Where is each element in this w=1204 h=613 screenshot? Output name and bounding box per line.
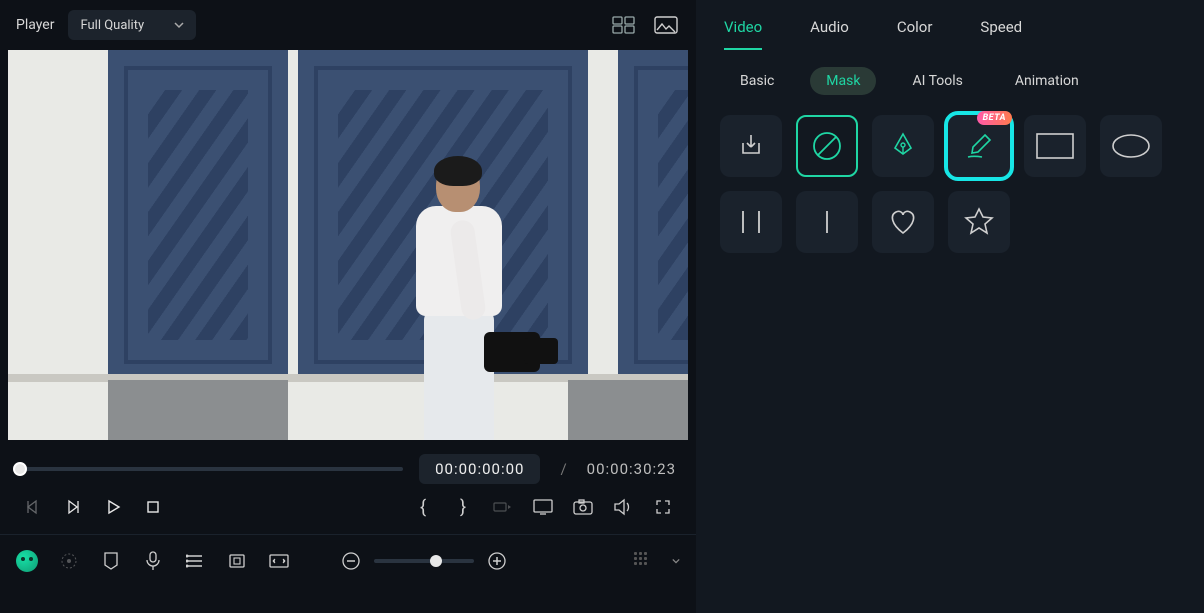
none-mask[interactable] (796, 115, 858, 177)
video-preview[interactable] (8, 50, 688, 440)
bottom-toolbar (0, 534, 696, 586)
quality-dropdown[interactable]: Full Quality (68, 10, 196, 40)
marker-icon[interactable] (100, 550, 122, 572)
current-time: 00:00:00:00 (419, 454, 540, 484)
time-separator: / (556, 460, 570, 478)
tab-audio[interactable]: Audio (810, 12, 849, 50)
snapshot-button[interactable] (572, 496, 594, 518)
single-line-mask[interactable] (796, 191, 858, 253)
split-mask[interactable] (720, 191, 782, 253)
ellipse-mask[interactable] (1100, 115, 1162, 177)
inspector-main-tabs: Video Audio Color Speed (696, 0, 1204, 51)
player-topbar: Player Full Quality (0, 0, 696, 50)
play-button[interactable] (102, 496, 124, 518)
tab-speed[interactable]: Speed (980, 12, 1022, 50)
panel-grip-icon[interactable] (634, 552, 652, 570)
subtab-animation[interactable]: Animation (999, 67, 1095, 95)
fullscreen-button[interactable] (652, 496, 674, 518)
mask-shape-grid: BETA (696, 105, 1204, 263)
mark-out-button[interactable]: } (452, 496, 474, 518)
display-settings-button[interactable] (532, 496, 554, 518)
tracks-icon[interactable] (184, 550, 206, 572)
subtab-mask[interactable]: Mask (810, 67, 876, 95)
subtab-ai-tools[interactable]: AI Tools (896, 67, 978, 95)
brush-mask[interactable]: BETA (948, 115, 1010, 177)
zoom-thumb[interactable] (430, 555, 442, 567)
subtab-basic[interactable]: Basic (724, 67, 790, 95)
range-dropdown[interactable] (492, 496, 514, 518)
fit-width-icon[interactable] (268, 550, 290, 572)
chevron-down-icon (174, 20, 184, 30)
stop-button[interactable] (142, 496, 164, 518)
app-logo-icon[interactable] (16, 550, 38, 572)
crop-icon[interactable] (226, 550, 248, 572)
prev-frame-button[interactable] (22, 496, 44, 518)
tab-video[interactable]: Video (724, 12, 762, 50)
zoom-out-button[interactable] (340, 550, 362, 572)
volume-button[interactable] (612, 496, 634, 518)
effects-icon[interactable] (58, 550, 80, 572)
heart-mask[interactable] (872, 191, 934, 253)
scrubber-thumb[interactable] (13, 462, 27, 476)
rectangle-mask[interactable] (1024, 115, 1086, 177)
pen-mask[interactable] (872, 115, 934, 177)
zoom-slider[interactable] (374, 559, 474, 563)
duration: 00:00:30:23 (587, 460, 676, 478)
timeline-scrubber[interactable] (20, 467, 403, 471)
import-mask[interactable] (720, 115, 782, 177)
picture-icon[interactable] (652, 14, 680, 36)
quality-value: Full Quality (80, 18, 144, 33)
star-mask[interactable] (948, 191, 1010, 253)
player-label: Player (16, 17, 54, 33)
layout-grid-icon[interactable] (610, 14, 638, 36)
beta-badge: BETA (977, 111, 1012, 125)
panel-menu-chevron-icon[interactable] (672, 557, 680, 565)
microphone-icon[interactable] (142, 550, 164, 572)
inspector-sub-tabs: Basic Mask AI Tools Animation (696, 51, 1204, 105)
step-forward-button[interactable] (62, 496, 84, 518)
tab-color[interactable]: Color (897, 12, 933, 50)
zoom-in-button[interactable] (486, 550, 508, 572)
mark-in-button[interactable]: { (412, 496, 434, 518)
